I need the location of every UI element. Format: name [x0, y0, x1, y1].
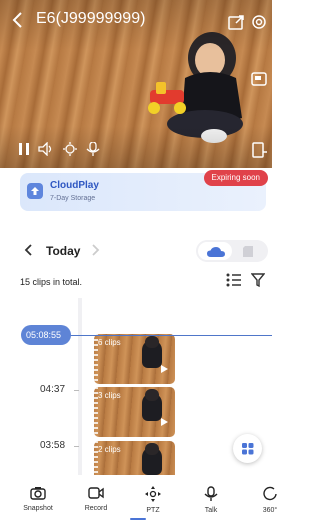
play-icon: [160, 361, 169, 379]
clip-count: 2 clips: [98, 445, 121, 454]
current-time: 05:08:55: [26, 330, 62, 340]
record-label: Record: [84, 505, 108, 512]
current-time-line: [60, 335, 272, 336]
record-button[interactable]: Record: [74, 478, 118, 512]
rotate-360-label: 360°: [262, 507, 278, 514]
camera-title: E6(J99999999): [36, 10, 146, 27]
clip-count: 3 clips: [98, 391, 121, 400]
clips-count: 15 clips in total.: [20, 277, 83, 287]
cloud-icon: [206, 245, 226, 263]
snapshot-label: Snapshot: [23, 505, 53, 512]
microphone-icon: [204, 486, 218, 501]
pause-icon[interactable]: [18, 142, 30, 156]
talk-button[interactable]: Talk: [189, 478, 233, 514]
mic-icon[interactable]: [86, 142, 100, 156]
brightness-icon[interactable]: [62, 142, 78, 156]
grid-view-button[interactable]: [233, 434, 262, 463]
cloud-subtitle: 7-Day Storage: [50, 195, 96, 202]
ptz-icon: [145, 486, 161, 502]
picture-in-picture-icon[interactable]: [251, 72, 267, 86]
timeline-tick: [74, 446, 79, 447]
back-icon[interactable]: [12, 12, 24, 28]
grid-icon: [242, 443, 254, 455]
active-tab-indicator: [130, 518, 146, 520]
clip-thumbnail[interactable]: 3 clips: [94, 387, 175, 437]
clip-thumbnail[interactable]: 2 clips: [94, 441, 175, 475]
clip-count: 6 clips: [98, 338, 121, 347]
time-label: 03:58: [40, 440, 66, 451]
ptz-button[interactable]: PTZ: [131, 478, 175, 514]
previous-day-icon[interactable]: [24, 243, 34, 262]
expiring-badge[interactable]: Expiring soon: [203, 170, 268, 186]
list-view-icon[interactable]: [226, 272, 242, 293]
storage-source-toggle[interactable]: [196, 240, 268, 262]
sd-card-icon: [242, 245, 254, 263]
cloud-title: CloudPlay: [50, 180, 99, 191]
snapshot-button[interactable]: Snapshot: [16, 478, 60, 512]
next-day-icon[interactable]: [90, 243, 100, 262]
ptz-label: PTZ: [146, 507, 160, 514]
camera-icon: [30, 487, 46, 500]
time-label: 04:37: [40, 384, 66, 395]
clip-thumbnail[interactable]: 6 clips: [94, 334, 175, 384]
current-time-marker[interactable]: 05:08:55: [21, 325, 71, 358]
play-icon: [160, 414, 169, 432]
rotate-360-icon: [263, 486, 277, 501]
timeline-tick: [74, 390, 79, 391]
talk-label: Talk: [204, 507, 218, 514]
cloud-upload-icon: [27, 183, 43, 199]
share-icon[interactable]: [228, 14, 244, 30]
settings-icon[interactable]: [251, 14, 267, 30]
fullscreen-icon[interactable]: [252, 142, 268, 158]
video-record-icon: [88, 487, 104, 499]
rotate-360-button[interactable]: 360°: [248, 478, 292, 514]
filter-icon[interactable]: [250, 272, 266, 293]
timeline-axis: [78, 298, 82, 475]
timeline[interactable]: 6 clips 3 clips 2 clips 05:08:55 04:37 0…: [0, 298, 272, 475]
speaker-icon[interactable]: [38, 142, 54, 156]
day-label: Today: [46, 244, 81, 258]
